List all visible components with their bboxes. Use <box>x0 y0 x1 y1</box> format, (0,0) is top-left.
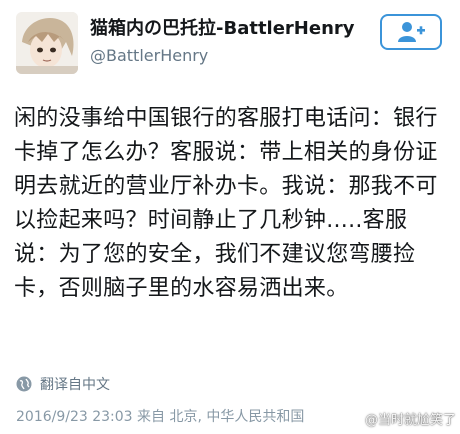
display-name[interactable]: 猫箱内の巴托拉-BattlerHenry <box>90 18 356 40</box>
watermark: @当时就尬笑了 <box>365 409 456 428</box>
tweet-timestamp[interactable]: 2016/9/23 23:03 <box>16 409 133 425</box>
tweet-meta: 2016/9/23 23:03 来自 北京, 中华人民共和国 <box>16 406 304 426</box>
avatar-illustration <box>16 12 78 74</box>
tweet-text: 闲的没事给中国银行的客服打电话问：银行卡掉了怎么办？客服说：带上相关的身份证明去… <box>14 106 438 301</box>
user-names: 猫箱内の巴托拉-BattlerHenry @BattlerHenry <box>90 18 356 66</box>
follow-button[interactable] <box>380 14 442 50</box>
from-label: 来自 <box>137 409 166 425</box>
tweet-location[interactable]: 北京, 中华人民共和国 <box>170 409 305 425</box>
add-user-icon <box>398 22 425 42</box>
user-handle[interactable]: @BattlerHenry <box>90 46 356 66</box>
watermark-text: @当时就尬笑了 <box>364 413 456 428</box>
tweet-card: 猫箱内の巴托拉-BattlerHenry @BattlerHenry 闲的没事给… <box>0 0 460 434</box>
tweet-header: 猫箱内の巴托拉-BattlerHenry @BattlerHenry <box>14 8 446 78</box>
globe-icon <box>16 376 32 392</box>
translate-link[interactable]: 翻译自中文 <box>16 374 110 394</box>
translate-label: 翻译自中文 <box>40 377 110 393</box>
avatar[interactable] <box>16 12 78 74</box>
